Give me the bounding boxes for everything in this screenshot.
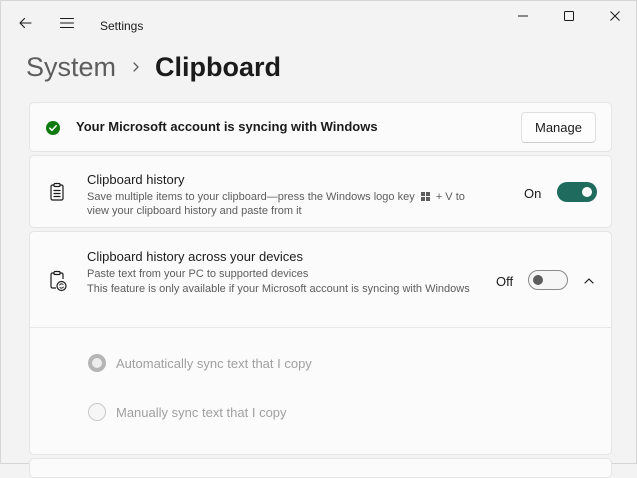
clipboard-history-toggle[interactable]: [557, 182, 597, 202]
sync-status-card: Your Microsoft account is syncing with W…: [29, 102, 612, 152]
maximize-button[interactable]: [546, 1, 592, 35]
close-button[interactable]: [592, 1, 637, 35]
across-devices-title: Clipboard history across your devices: [87, 249, 304, 264]
settings-window: Settings System Clipboard Your Microsoft…: [0, 0, 637, 478]
title-bar: Settings: [1, 1, 636, 49]
breadcrumb: System Clipboard: [26, 48, 281, 86]
auto-sync-option[interactable]: Automatically sync text that I copy: [88, 354, 312, 372]
description-text-line2: view your clipboard history and paste fr…: [87, 205, 302, 217]
auto-sync-label: Automatically sync text that I copy: [116, 355, 312, 371]
section-divider: [30, 327, 611, 328]
manual-sync-radio[interactable]: [88, 403, 106, 421]
clipboard-across-devices-card: Clipboard history across your devices Pa…: [29, 231, 612, 455]
across-devices-desc-text: Paste text from your PC to supported dev…: [87, 268, 309, 280]
clipboard-history-toggle-label: On: [524, 186, 542, 201]
chevron-up-icon[interactable]: [582, 274, 596, 288]
across-devices-note: This feature is only available if your M…: [87, 283, 470, 295]
back-arrow-icon: [17, 15, 33, 36]
toggle-knob: [533, 275, 543, 285]
clipboard-list-icon: [47, 182, 67, 202]
clipboard-history-title: Clipboard history: [87, 172, 185, 187]
manual-sync-label: Manually sync text that I copy: [116, 404, 287, 420]
page-title: Clipboard: [155, 51, 282, 82]
manage-button[interactable]: Manage: [521, 112, 596, 143]
chevron-right-icon: [131, 60, 141, 74]
windows-logo-icon: [420, 192, 430, 205]
sync-status-text: Your Microsoft account is syncing with W…: [76, 119, 378, 134]
description-text: Save multiple items to your clipboard—pr…: [87, 191, 415, 203]
across-devices-toggle-label: Off: [496, 274, 514, 289]
across-devices-description: Paste text from your PC to supported dev…: [87, 268, 482, 296]
clipboard-history-card: Clipboard history Save multiple items to…: [29, 155, 612, 228]
navigation-menu-button[interactable]: [53, 11, 81, 39]
auto-sync-radio[interactable]: [88, 354, 106, 372]
clipboard-sync-icon: [47, 270, 67, 292]
back-button[interactable]: [11, 11, 39, 39]
manual-sync-option[interactable]: Manually sync text that I copy: [88, 403, 287, 421]
check-circle-icon: [45, 120, 61, 136]
across-devices-toggle[interactable]: [528, 270, 568, 290]
maximize-icon: [563, 9, 575, 27]
minimize-button[interactable]: [500, 1, 546, 35]
breadcrumb-system-link[interactable]: System: [26, 52, 116, 83]
description-shortcut: + V to: [435, 191, 465, 203]
app-title: Settings: [100, 19, 144, 33]
toggle-knob: [582, 187, 592, 197]
next-settings-card: [29, 458, 612, 478]
close-icon: [609, 9, 621, 27]
minimize-icon: [517, 9, 529, 27]
clipboard-history-description: Save multiple items to your clipboard—pr…: [87, 191, 517, 218]
hamburger-icon: [59, 15, 75, 36]
